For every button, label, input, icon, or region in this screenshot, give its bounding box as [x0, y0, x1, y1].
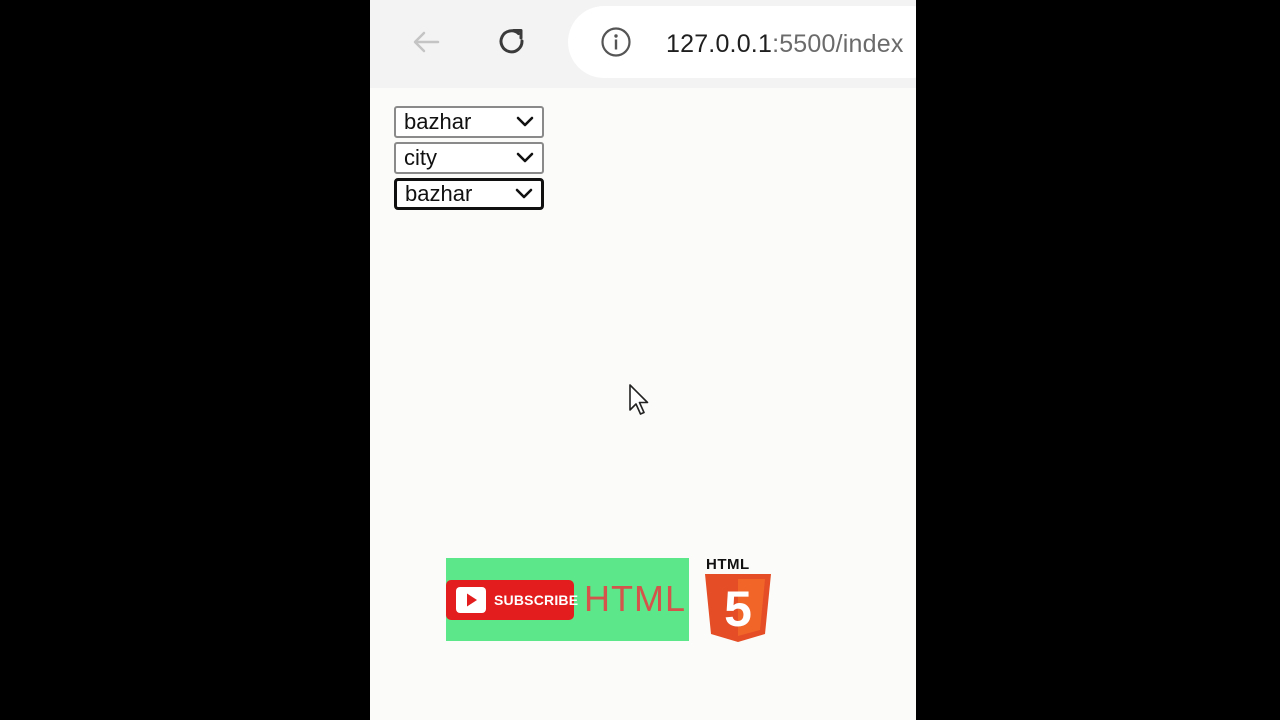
youtube-play-icon [456, 587, 486, 613]
chevron-down-icon [515, 188, 533, 199]
subscribe-label: SUBSCRIBE [494, 592, 579, 608]
browser-window: 127.0.0.1:5500/index bazhar city bazhar … [370, 0, 916, 720]
back-button[interactable] [406, 22, 446, 62]
banner-text: HTML [584, 578, 686, 619]
browser-toolbar: 127.0.0.1:5500/index [370, 0, 916, 88]
chevron-down-icon [516, 152, 534, 163]
back-arrow-icon [413, 31, 440, 53]
select-2-value: city [404, 145, 437, 170]
subscribe-banner: SUBSCRIBE HTML [446, 558, 689, 641]
html5-logo-label: HTML [706, 556, 750, 573]
reload-button[interactable] [492, 22, 532, 62]
select-3-value: bazhar [405, 181, 473, 206]
address-bar[interactable]: 127.0.0.1:5500/index [568, 6, 916, 78]
info-icon[interactable] [600, 26, 632, 58]
url-host: 127.0.0.1 [666, 30, 773, 58]
subscribe-button[interactable]: SUBSCRIBE [446, 580, 578, 620]
select-2[interactable]: city [394, 142, 544, 174]
mouse-pointer-icon [629, 384, 649, 415]
select-1-value: bazhar [404, 109, 472, 134]
select-1[interactable]: bazhar [394, 106, 544, 138]
select-3[interactable]: bazhar [394, 178, 544, 210]
url-text[interactable]: 127.0.0.1:5500/index [666, 30, 904, 59]
html5-logo-icon: 5 [705, 574, 771, 642]
html5-logo-digit: 5 [724, 581, 752, 637]
chevron-down-icon [516, 116, 534, 127]
reload-icon [499, 29, 524, 54]
url-path: :5500/index [772, 30, 904, 58]
